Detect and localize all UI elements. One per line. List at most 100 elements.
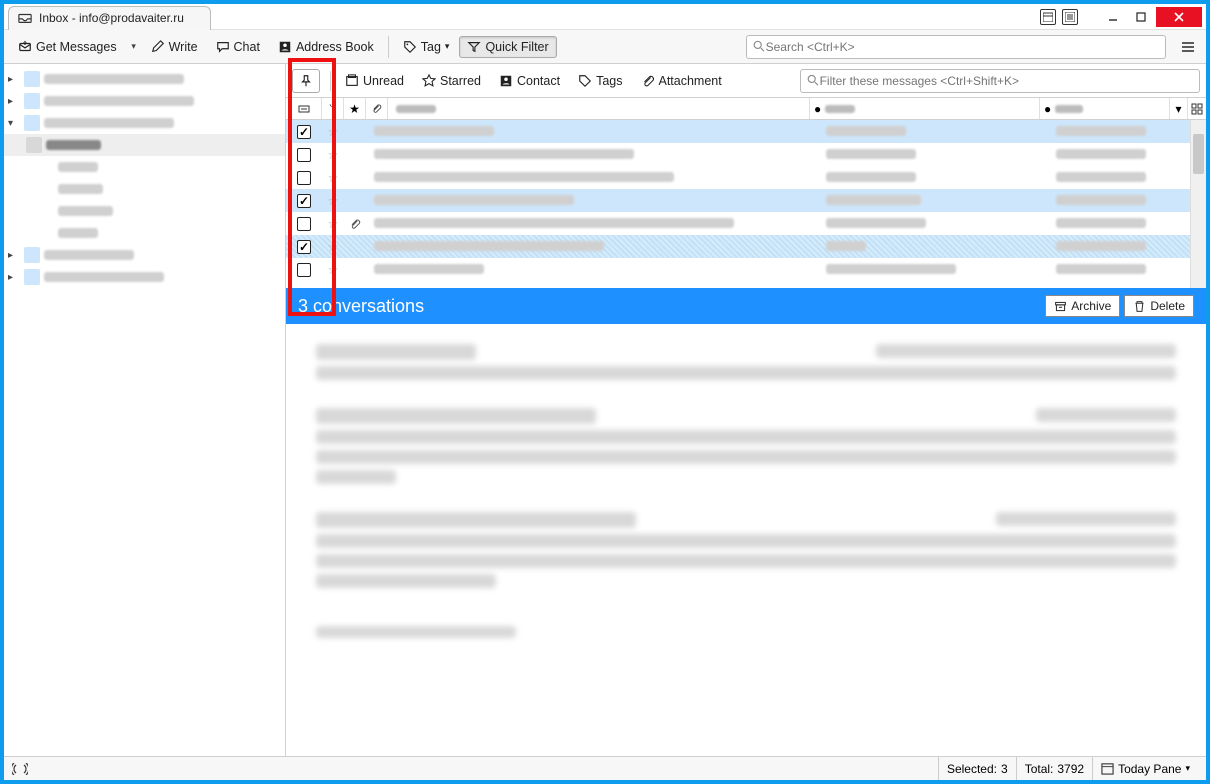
quick-filter-label: Quick Filter xyxy=(485,40,548,54)
col-attachment-header[interactable] xyxy=(366,98,388,119)
tree-account[interactable]: ▸ xyxy=(4,90,285,112)
quick-filter-bar: Unread Starred Contact Tags Attachment xyxy=(286,64,1206,98)
row-checkbox[interactable] xyxy=(297,217,311,231)
app-menu-button[interactable] xyxy=(1176,35,1200,59)
row-star[interactable]: ☆ xyxy=(322,148,344,162)
search-icon xyxy=(807,74,820,87)
folder-pane: ▸ ▸ ▾ ▸ ▸ xyxy=(4,64,286,756)
get-messages-label: Get Messages xyxy=(36,40,117,54)
total-count: 3792 xyxy=(1057,762,1084,776)
row-star[interactable]: ☆ xyxy=(322,171,344,185)
row-star[interactable]: ☆ xyxy=(322,125,344,139)
tree-folder[interactable] xyxy=(4,222,285,244)
tree-folder-inbox[interactable] xyxy=(4,134,285,156)
close-button[interactable] xyxy=(1156,7,1202,27)
titlebar: Inbox - info@prodavaiter.ru xyxy=(4,4,1206,30)
col-chevron-header[interactable]: ▾ xyxy=(1170,98,1188,119)
filter-attachment-label: Attachment xyxy=(659,74,722,88)
message-row[interactable]: ☆ xyxy=(286,189,1206,212)
online-icon[interactable] xyxy=(12,763,28,775)
search-icon xyxy=(753,40,766,53)
search-input[interactable] xyxy=(766,40,1159,54)
row-star[interactable]: ☆ xyxy=(322,263,344,277)
minimize-button[interactable] xyxy=(1100,7,1126,27)
pin-filter-button[interactable] xyxy=(292,69,320,93)
today-pane-button[interactable]: Today Pane ▾ xyxy=(1092,757,1198,780)
row-star[interactable]: ☆ xyxy=(322,240,344,254)
preview-message[interactable] xyxy=(316,512,1176,588)
maximize-button[interactable] xyxy=(1128,7,1154,27)
filter-attachment-button[interactable]: Attachment xyxy=(633,70,730,92)
archive-label: Archive xyxy=(1071,299,1111,313)
delete-label: Delete xyxy=(1150,299,1185,313)
row-checkbox[interactable] xyxy=(297,148,311,162)
filter-search-input[interactable] xyxy=(820,74,1193,88)
row-checkbox[interactable] xyxy=(297,194,311,208)
statusbar: Selected: 3 Total: 3792 Today Pane ▾ xyxy=(4,756,1206,780)
filter-search[interactable] xyxy=(800,69,1200,93)
tree-folder[interactable] xyxy=(4,156,285,178)
filter-tags-button[interactable]: Tags xyxy=(570,70,630,92)
filter-unread-label: Unread xyxy=(363,74,404,88)
attachment-icon xyxy=(641,74,655,88)
message-list-header: ᛘ ★ ● ● ▾ xyxy=(286,98,1206,120)
message-row[interactable]: ☆ xyxy=(286,143,1206,166)
preview-message[interactable] xyxy=(316,408,1176,484)
archive-button[interactable]: Archive xyxy=(1045,295,1120,317)
delete-button[interactable]: Delete xyxy=(1124,295,1194,317)
col-thread-header[interactable]: ᛘ xyxy=(322,98,344,119)
row-star[interactable]: ☆ xyxy=(322,217,344,231)
row-attachment-icon xyxy=(344,218,366,230)
tree-account[interactable]: ▸ xyxy=(4,68,285,90)
tag-button[interactable]: Tag ▾ xyxy=(395,36,458,58)
window-title: Inbox - info@prodavaiter.ru xyxy=(39,11,204,25)
row-star[interactable]: ☆ xyxy=(322,194,344,208)
message-row[interactable]: ☆ xyxy=(286,258,1206,281)
tree-folder[interactable] xyxy=(4,178,285,200)
preview-message[interactable] xyxy=(316,344,1176,380)
row-checkbox[interactable] xyxy=(297,240,311,254)
message-row[interactable]: ☆ xyxy=(286,166,1206,189)
unread-icon xyxy=(345,74,359,88)
col-star-header[interactable]: ★ xyxy=(344,98,366,119)
tag-icon xyxy=(578,74,592,88)
row-checkbox[interactable] xyxy=(297,263,311,277)
filter-contact-label: Contact xyxy=(517,74,560,88)
tree-account[interactable]: ▸ xyxy=(4,266,285,288)
address-book-label: Address Book xyxy=(296,40,374,54)
filter-starred-label: Starred xyxy=(440,74,481,88)
filter-tags-label: Tags xyxy=(596,74,622,88)
col-picker-header[interactable] xyxy=(1188,98,1206,119)
filter-unread-button[interactable]: Unread xyxy=(337,70,412,92)
global-search[interactable] xyxy=(746,35,1166,59)
get-messages-button[interactable]: Get Messages xyxy=(10,36,125,58)
get-messages-chevron-icon[interactable]: ▾ xyxy=(127,41,141,52)
message-row[interactable]: ☆ xyxy=(286,212,1206,235)
conversation-title: 3 conversations xyxy=(298,296,424,317)
preview-pane xyxy=(286,324,1206,756)
tree-account[interactable]: ▸ xyxy=(4,244,285,266)
message-row[interactable]: ☆ xyxy=(286,235,1206,258)
chat-button[interactable]: Chat xyxy=(208,36,268,58)
filter-starred-button[interactable]: Starred xyxy=(414,70,489,92)
tree-folder[interactable] xyxy=(4,200,285,222)
row-checkbox[interactable] xyxy=(297,171,311,185)
address-book-button[interactable]: Address Book xyxy=(270,36,382,58)
tab-inbox[interactable]: Inbox - info@prodavaiter.ru xyxy=(8,6,211,30)
filter-contact-button[interactable]: Contact xyxy=(491,70,568,92)
trash-icon xyxy=(1133,300,1146,313)
calendar-icon[interactable] xyxy=(1040,9,1056,25)
status-total: Total: 3792 xyxy=(1016,757,1092,780)
tasks-icon[interactable] xyxy=(1062,9,1078,25)
message-list-scrollbar[interactable] xyxy=(1190,120,1206,288)
row-checkbox[interactable] xyxy=(297,125,311,139)
tree-account[interactable]: ▾ xyxy=(4,112,285,134)
main-toolbar: Get Messages ▾ Write Chat Address Book T… xyxy=(4,30,1206,64)
quick-filter-button[interactable]: Quick Filter xyxy=(459,36,556,58)
write-button[interactable]: Write xyxy=(143,36,206,58)
col-select-header[interactable] xyxy=(286,98,322,119)
titlebar-tray-icons xyxy=(1040,9,1078,25)
tag-label: Tag xyxy=(421,40,441,54)
message-row[interactable]: ☆ xyxy=(286,120,1206,143)
chat-label: Chat xyxy=(234,40,260,54)
